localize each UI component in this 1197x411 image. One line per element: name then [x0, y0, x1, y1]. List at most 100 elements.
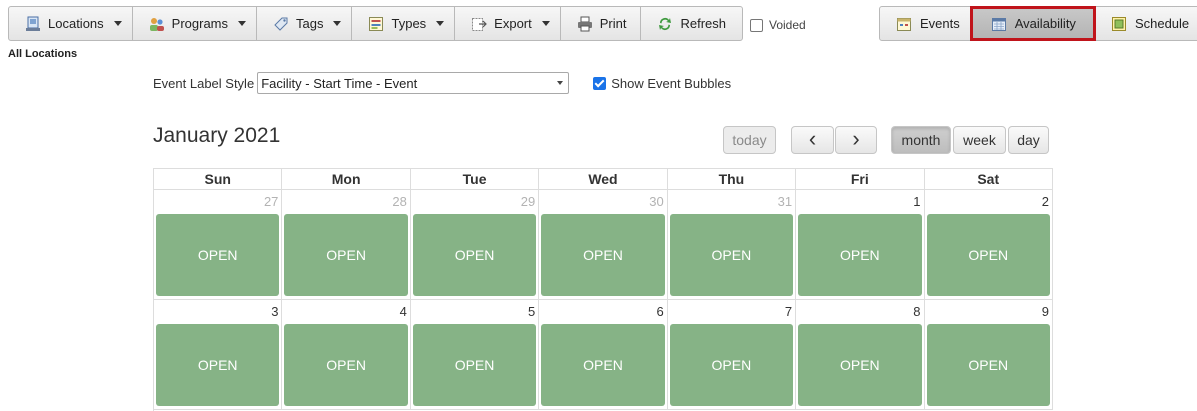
next-button[interactable]: › [835, 126, 877, 154]
voided-toggle[interactable]: Voided [750, 18, 806, 32]
day-number: 9 [1041, 304, 1049, 319]
types-button[interactable]: Types [352, 7, 456, 40]
refresh-button[interactable]: Refresh [641, 7, 742, 40]
print-button[interactable]: Print [561, 7, 642, 40]
locations-label: Locations [48, 16, 104, 31]
show-bubbles-label: Show Event Bubbles [611, 75, 732, 91]
chevron-down-icon [238, 21, 247, 26]
printer-icon [577, 16, 593, 32]
open-event[interactable]: OPEN [669, 324, 794, 406]
locations-button[interactable]: Locations [9, 7, 133, 40]
day-cell[interactable]: 31 OPEN [667, 190, 797, 300]
day-number: 6 [656, 304, 664, 319]
day-number: 1 [913, 194, 921, 209]
day-cell[interactable]: 4 OPEN [282, 300, 411, 410]
chevron-down-icon [333, 21, 342, 26]
day-cell[interactable]: 29 OPEN [410, 190, 540, 300]
chevron-right-icon: › [852, 125, 860, 151]
day-number: 27 [263, 194, 279, 209]
prev-button[interactable]: ‹ [791, 126, 834, 154]
refresh-icon [657, 16, 673, 32]
day-cell[interactable]: 30 OPEN [539, 190, 668, 300]
types-icon [368, 16, 384, 32]
label-style-row: Event Label Style Facility - Start Time … [153, 72, 731, 94]
tag-icon [273, 16, 289, 32]
day-cell[interactable]: 9 OPEN [924, 300, 1053, 410]
main-toolbar: Locations Programs Tags Types Export Pri [8, 6, 744, 41]
voided-checkbox[interactable] [750, 18, 763, 32]
label-style-select[interactable]: Facility - Start Time - Event [257, 72, 570, 94]
day-cell[interactable]: 6 OPEN [539, 300, 668, 410]
events-view-button[interactable]: Events [880, 7, 971, 40]
label-style-label: Event Label Style [153, 75, 255, 91]
weekday-header: Sun [154, 169, 283, 190]
weekday-header: Fri [796, 169, 925, 190]
chevron-down-icon [436, 21, 445, 26]
export-icon [471, 16, 488, 32]
day-number: 2 [1041, 194, 1049, 209]
month-view-button[interactable]: month [891, 126, 951, 154]
day-cell[interactable]: 7 OPEN [667, 300, 797, 410]
chevron-down-icon [113, 21, 122, 26]
tags-label: Tags [296, 16, 324, 31]
day-cell[interactable]: 8 OPEN [796, 300, 925, 410]
week-row: 3 OPEN 4 OPEN 5 OPEN 6 OPEN 7 OPEN 8 OPEN 9 OPE… [154, 300, 1053, 410]
chevron-down-icon [541, 21, 550, 26]
programs-button[interactable]: Programs [133, 7, 258, 40]
chevron-down-icon [557, 81, 564, 85]
open-event[interactable]: OPEN [412, 214, 537, 296]
day-cell[interactable]: 3 OPEN [154, 300, 283, 410]
day-number: 29 [520, 194, 536, 209]
day-cell[interactable]: 27 OPEN [154, 190, 283, 300]
open-event[interactable]: OPEN [926, 214, 1050, 296]
schedule-icon [1111, 16, 1127, 32]
events-view-label: Events [920, 16, 960, 31]
day-number: 3 [271, 304, 279, 319]
schedule-view-button[interactable]: Schedule [1095, 7, 1197, 40]
locations-icon [25, 16, 41, 32]
availability-view-label: Availability [1014, 16, 1076, 31]
weekday-header: Wed [539, 169, 668, 190]
chevron-left-icon: ‹ [808, 125, 817, 151]
open-event[interactable]: OPEN [798, 324, 922, 406]
weekday-header: Thu [667, 169, 797, 190]
day-number: 30 [649, 194, 664, 209]
types-label: Types [391, 16, 427, 31]
open-event[interactable]: OPEN [669, 214, 794, 296]
show-bubbles-checkbox[interactable] [593, 76, 607, 90]
day-view-button[interactable]: day [1008, 126, 1049, 154]
day-cell[interactable]: 2 OPEN [924, 190, 1053, 300]
export-button[interactable]: Export [455, 7, 561, 40]
show-bubbles-toggle[interactable]: Show Event Bubbles [593, 76, 731, 91]
schedule-view-label: Schedule [1134, 16, 1190, 31]
tags-button[interactable]: Tags [257, 7, 353, 40]
open-event[interactable]: OPEN [156, 214, 280, 296]
view-switcher: Events Availability Schedule [879, 6, 1197, 41]
day-cell[interactable]: 1 OPEN [796, 190, 925, 300]
open-event[interactable]: OPEN [412, 324, 537, 406]
week-view-button[interactable]: week [953, 126, 1006, 154]
day-cell[interactable]: 28 OPEN [282, 190, 411, 300]
open-event[interactable]: OPEN [284, 214, 408, 296]
programs-label: Programs [171, 16, 229, 31]
availability-view-button[interactable]: Availability [969, 6, 1096, 41]
weekday-header: Sat [924, 169, 1053, 190]
programs-icon [149, 16, 165, 32]
calendar-title: January 2021 [153, 124, 281, 147]
open-event[interactable]: OPEN [926, 324, 1050, 406]
export-label: Export [494, 16, 532, 31]
weekday-header: Tue [410, 169, 540, 190]
today-button[interactable]: today [723, 126, 776, 154]
weekday-header: Mon [282, 169, 411, 190]
day-cell[interactable]: 5 OPEN [410, 300, 540, 410]
open-event[interactable]: OPEN [156, 324, 280, 406]
open-event[interactable]: OPEN [284, 324, 408, 406]
label-style-value: Facility - Start Time - Event [261, 75, 418, 91]
week-row: 27 OPEN 28 OPEN 29 OPEN 30 OPEN 31 OPEN 1 OPEN… [154, 190, 1053, 300]
day-number: 7 [784, 304, 793, 319]
day-number: 4 [399, 304, 407, 319]
day-number: 5 [528, 304, 536, 319]
open-event[interactable]: OPEN [541, 324, 665, 406]
open-event[interactable]: OPEN [541, 214, 665, 296]
open-event[interactable]: OPEN [798, 214, 922, 296]
